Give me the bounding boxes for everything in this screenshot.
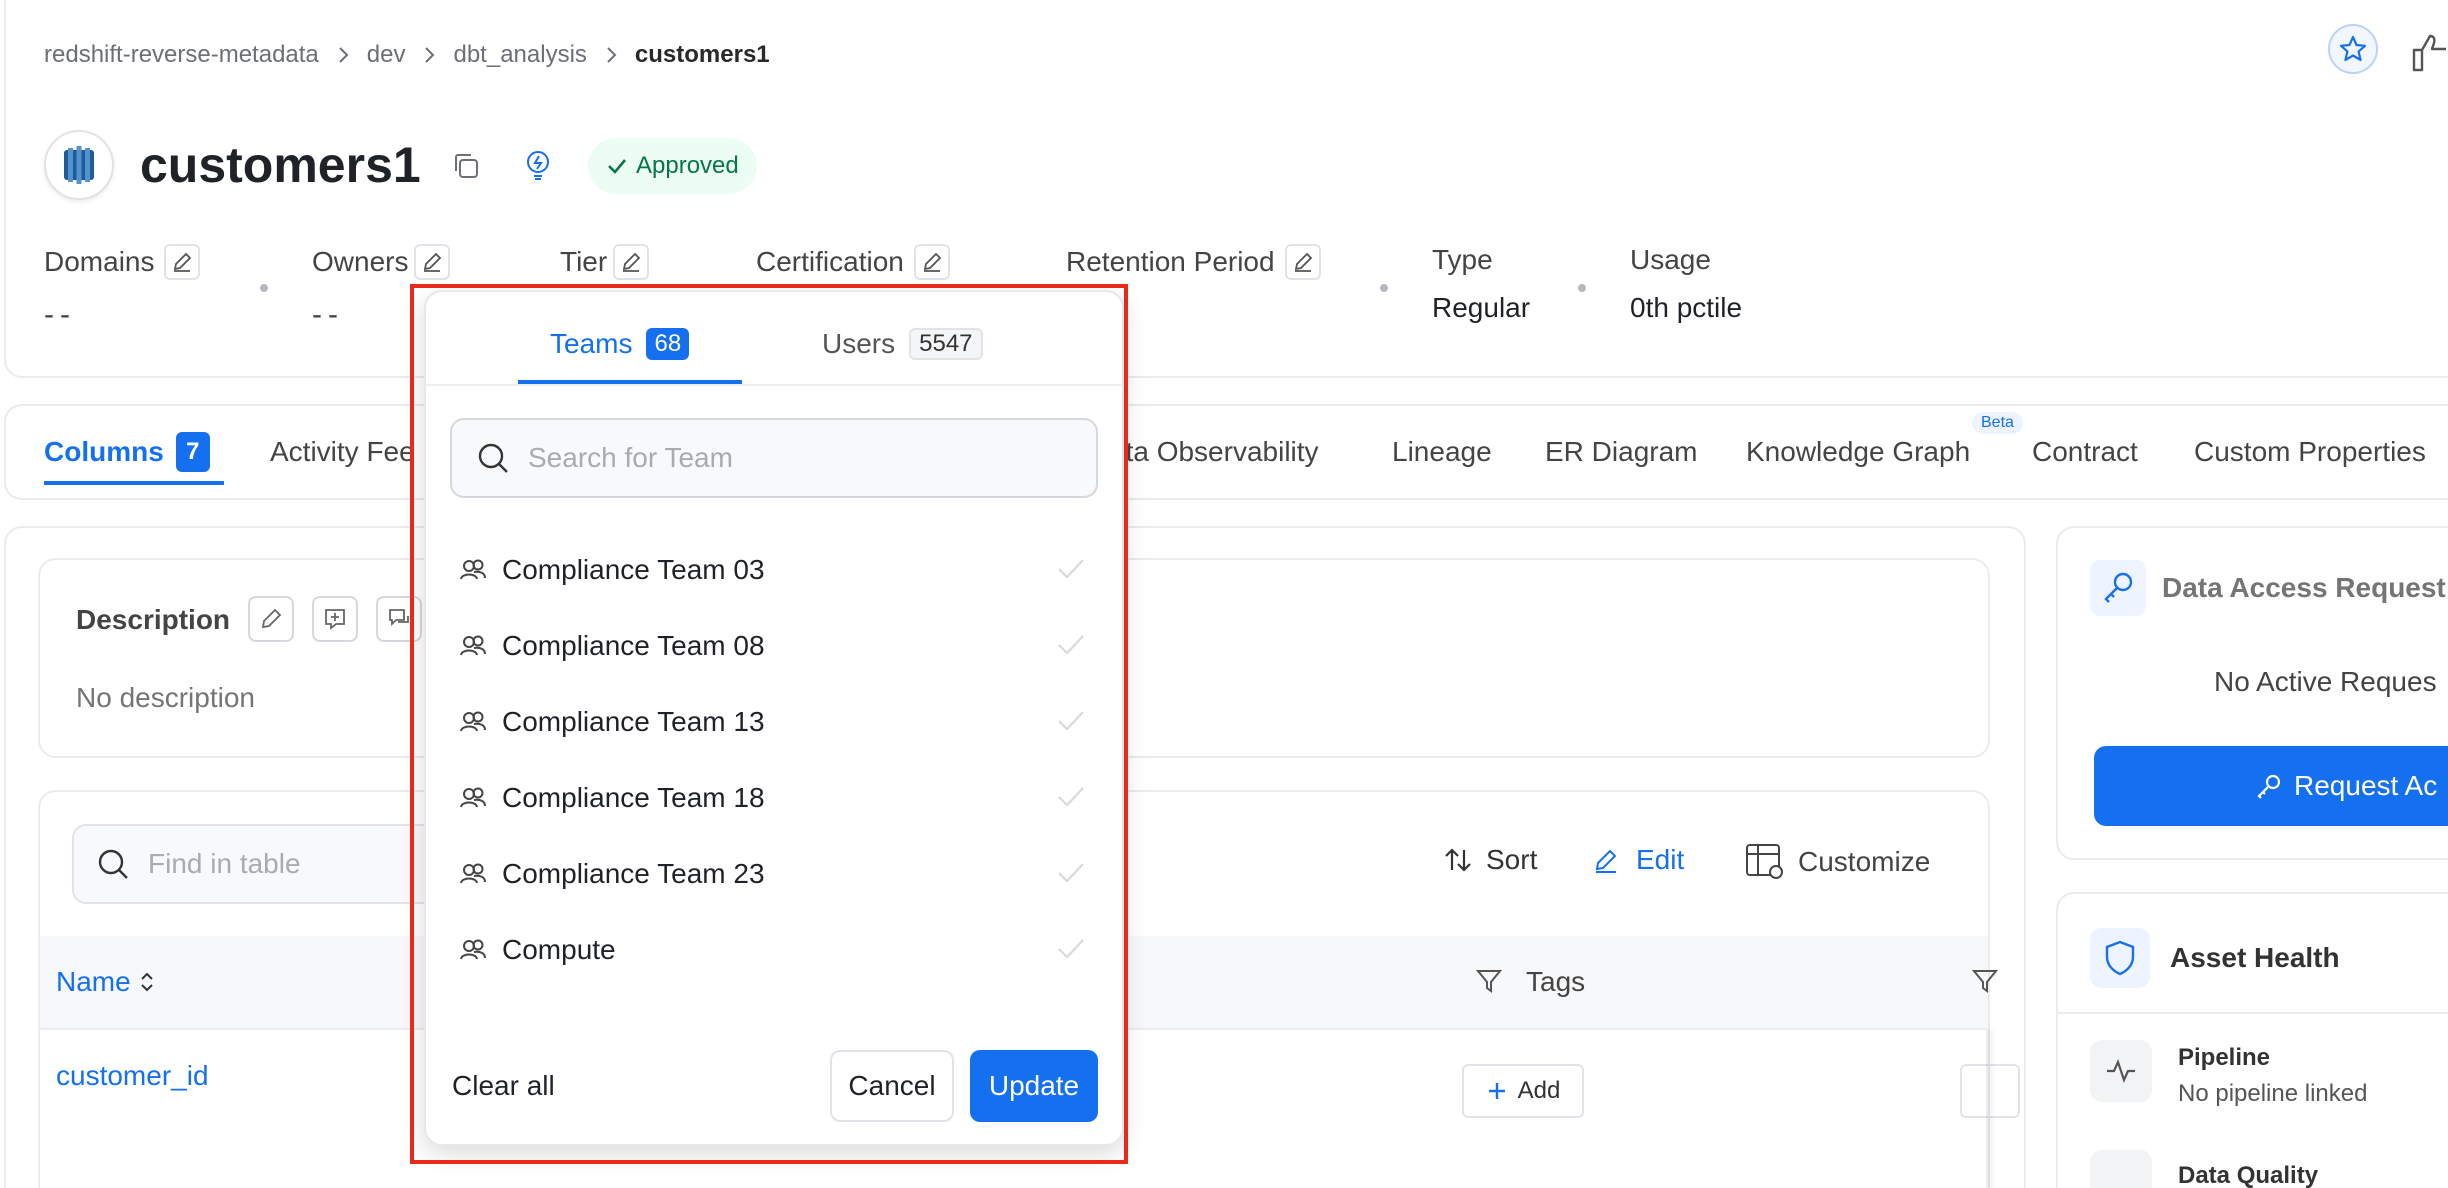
edit-icon[interactable] bbox=[913, 244, 950, 280]
page: redshift-reverse-metadata dev dbt_analys… bbox=[0, 0, 2448, 1188]
data-quality-icon bbox=[2090, 1150, 2152, 1188]
request-access-label: Request Ac bbox=[2294, 770, 2438, 801]
beta-badge: Beta bbox=[1972, 412, 2023, 434]
tab-activity-feed[interactable]: Activity Fee bbox=[270, 436, 415, 468]
edit-label: Edit bbox=[1636, 844, 1685, 875]
meta-label: Owners bbox=[312, 246, 409, 277]
pulse-icon bbox=[2090, 1040, 2152, 1102]
tab-er-diagram[interactable]: ER Diagram bbox=[1545, 436, 1697, 468]
edit-icon[interactable] bbox=[1284, 244, 1321, 280]
table-search-placeholder: Find in table bbox=[148, 848, 301, 879]
tab-knowledge-graph[interactable]: Knowledge Graph bbox=[1746, 436, 1970, 468]
meta-label: Tier bbox=[560, 246, 608, 277]
meta-retention: Retention Period bbox=[1066, 244, 1321, 280]
add-tag-button[interactable]: Add bbox=[1462, 1064, 1584, 1118]
sort-icon bbox=[1442, 844, 1474, 876]
tab-label: Columns bbox=[44, 436, 164, 467]
status-badge-label: Approved bbox=[636, 152, 739, 179]
add-tag-label: Add bbox=[1517, 1077, 1561, 1104]
meta-tier: Tier bbox=[560, 244, 650, 280]
sort-button[interactable]: Sort bbox=[1442, 844, 1537, 876]
sort-toggle-icon[interactable] bbox=[139, 970, 155, 994]
meta-domains: Domains -- bbox=[44, 244, 201, 332]
column-name-label: Name bbox=[56, 966, 131, 997]
dot-separator bbox=[1578, 284, 1586, 292]
pencil-icon bbox=[1590, 844, 1622, 876]
tab-count-badge: 7 bbox=[175, 432, 210, 472]
data-quality-title: Data Quality bbox=[2178, 1162, 2319, 1188]
description-text: No description bbox=[76, 682, 255, 713]
meta-label: Type bbox=[1432, 244, 1493, 275]
request-access-button[interactable]: Request Ac bbox=[2094, 746, 2448, 826]
key-icon bbox=[2254, 771, 2284, 801]
status-badge: Approved bbox=[588, 138, 757, 194]
plus-icon bbox=[1486, 1080, 1508, 1102]
tab-lineage[interactable]: Lineage bbox=[1392, 436, 1492, 468]
lightbulb-icon[interactable] bbox=[522, 148, 554, 182]
key-icon bbox=[2090, 560, 2146, 616]
pipeline-subtitle: No pipeline linked bbox=[2178, 1080, 2368, 1107]
customize-label: Customize bbox=[1798, 846, 1931, 877]
asset-health-title: Asset Health bbox=[2170, 942, 2340, 973]
edit-description-button[interactable] bbox=[248, 596, 294, 642]
table-row-name[interactable]: customer_id bbox=[56, 1060, 209, 1092]
sort-label: Sort bbox=[1486, 844, 1538, 875]
meta-value: -- bbox=[44, 298, 76, 331]
check-icon bbox=[606, 155, 628, 177]
meta-certification: Certification bbox=[756, 244, 950, 280]
scroll-shadow bbox=[1986, 1030, 1996, 1188]
filter-icon[interactable] bbox=[1970, 966, 2000, 996]
meta-label: Usage bbox=[1630, 244, 1711, 275]
request-description-button[interactable] bbox=[312, 596, 358, 642]
meta-label: Certification bbox=[756, 246, 904, 277]
edit-icon[interactable] bbox=[414, 244, 451, 280]
edit-icon[interactable] bbox=[613, 244, 650, 280]
highlight-box bbox=[410, 284, 1128, 1164]
meta-type: Type Regular bbox=[1432, 244, 1530, 324]
edit-icon[interactable] bbox=[164, 244, 201, 280]
dot-separator bbox=[1380, 284, 1388, 292]
data-access-title: Data Access Request bbox=[2162, 572, 2446, 603]
search-icon bbox=[96, 847, 130, 881]
entity-title: customers1 bbox=[140, 137, 421, 193]
tab-columns[interactable]: Columns 7 bbox=[44, 432, 210, 472]
description-title: Description bbox=[76, 604, 231, 635]
redshift-logo-icon bbox=[44, 130, 114, 200]
meta-usage: Usage 0th pctile bbox=[1630, 244, 1742, 324]
edit-columns-button[interactable]: Edit bbox=[1590, 844, 1684, 876]
column-header-name[interactable]: Name bbox=[56, 966, 155, 998]
tab-active-underline bbox=[44, 481, 224, 485]
shield-icon bbox=[2090, 928, 2150, 988]
divider bbox=[2058, 1012, 2448, 1014]
meta-value: Regular bbox=[1432, 292, 1531, 323]
tab-custom-properties[interactable]: Custom Properties bbox=[2194, 436, 2426, 468]
tab-contract[interactable]: Contract bbox=[2032, 436, 2138, 468]
pipeline-title: Pipeline bbox=[2178, 1044, 2271, 1071]
customize-button[interactable]: Customize bbox=[1744, 842, 1930, 882]
copy-icon[interactable] bbox=[450, 150, 482, 182]
meta-label: Retention Period bbox=[1066, 246, 1275, 277]
column-header-tags: Tags bbox=[1526, 966, 1586, 997]
dot-separator bbox=[260, 284, 268, 292]
meta-label: Domains bbox=[44, 246, 155, 277]
table-settings-icon bbox=[1744, 842, 1788, 882]
meta-value: 0th pctile bbox=[1630, 292, 1743, 323]
data-access-empty: No Active Reques bbox=[2214, 666, 2437, 697]
tab-data-observability[interactable]: ata Observability bbox=[1110, 436, 1319, 468]
filter-icon[interactable] bbox=[1474, 966, 1504, 996]
